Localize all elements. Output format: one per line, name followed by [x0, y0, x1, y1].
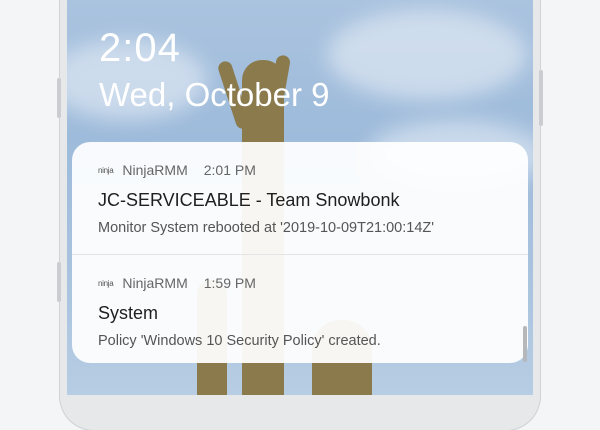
notification-title: JC-SERVICEABLE - Team Snowbonk — [98, 190, 400, 210]
notification-title: System — [98, 303, 159, 323]
phone-side-button — [539, 70, 543, 126]
notification-header: ninja NinjaRMM 2:01 PM — [98, 162, 256, 178]
phone-side-button — [57, 78, 61, 118]
notification-header: ninja NinjaRMM 1:59 PM — [98, 275, 256, 291]
lockscreen-clock: 2:04 — [99, 26, 181, 70]
lockscreen-date: Wed, October 9 — [99, 76, 330, 113]
notification-body: Monitor System rebooted at '2019-10-09T2… — [98, 220, 435, 236]
notification-time: 1:59 PM — [203, 275, 256, 291]
notification-body: Policy 'Windows 10 Security Policy' crea… — [98, 333, 381, 349]
scrollbar[interactable] — [523, 326, 527, 362]
ninja-app-icon: ninja — [98, 278, 114, 288]
ninja-app-icon: ninja — [98, 165, 114, 175]
phone-side-button — [57, 262, 61, 302]
lock-screen: 2:04 Wed, October 9 ninja NinjaRMM 2:01 … — [67, 0, 533, 395]
notification-card[interactable]: ninja NinjaRMM 1:59 PM System Policy 'Wi… — [72, 254, 528, 363]
notification-card[interactable]: ninja NinjaRMM 2:01 PM JC-SERVICEABLE - … — [72, 142, 528, 254]
notification-app-name: NinjaRMM — [122, 275, 188, 291]
notification-time: 2:01 PM — [203, 162, 256, 178]
notification-app-name: NinjaRMM — [122, 162, 188, 178]
